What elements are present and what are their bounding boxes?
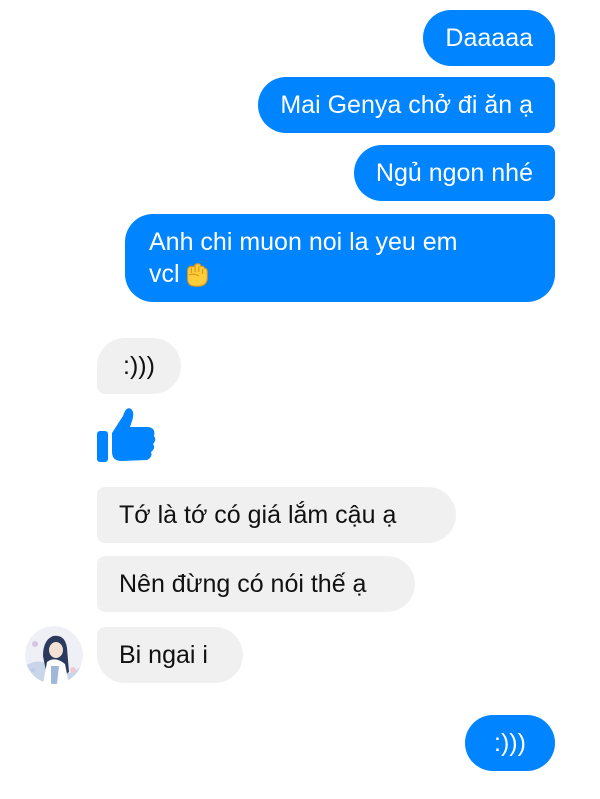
message-text: Nên đừng có nói thế ạ [119, 570, 367, 598]
message-line: vcl [149, 260, 180, 288]
incoming-message[interactable]: Tớ là tớ có giá lắm cậu ạ [97, 487, 456, 543]
raised-fist-emoji [186, 263, 208, 287]
outgoing-message[interactable]: Anh chi muon noi la yeu em vcl [125, 214, 555, 302]
message-text: :))) [123, 352, 155, 380]
incoming-message[interactable]: :))) [97, 338, 181, 394]
outgoing-message[interactable]: Mai Genya chở đi ăn ạ [258, 77, 555, 133]
message-line: Anh chi muon noi la yeu em [149, 228, 458, 256]
message-text: Bi ngai i [119, 641, 208, 669]
contact-avatar[interactable] [25, 626, 83, 684]
outgoing-message[interactable]: :))) [465, 715, 555, 771]
message-text: Ngủ ngon nhé [375, 159, 533, 187]
outgoing-message[interactable]: Daaaaa [423, 10, 555, 66]
thumbs-up-icon[interactable] [96, 404, 158, 466]
message-text: Mai Genya chở đi ăn ạ [280, 91, 533, 119]
outgoing-message[interactable]: Ngủ ngon nhé [353, 145, 555, 201]
incoming-message[interactable]: Nên đừng có nói thế ạ [97, 556, 415, 612]
incoming-message[interactable]: Bi ngai i [97, 627, 243, 683]
message-text: :))) [494, 729, 526, 757]
message-text: Anh chi muon noi la yeu em vcl [149, 226, 458, 290]
message-text: Tớ là tớ có giá lắm cậu ạ [119, 501, 397, 529]
message-text: Daaaaa [445, 24, 533, 52]
